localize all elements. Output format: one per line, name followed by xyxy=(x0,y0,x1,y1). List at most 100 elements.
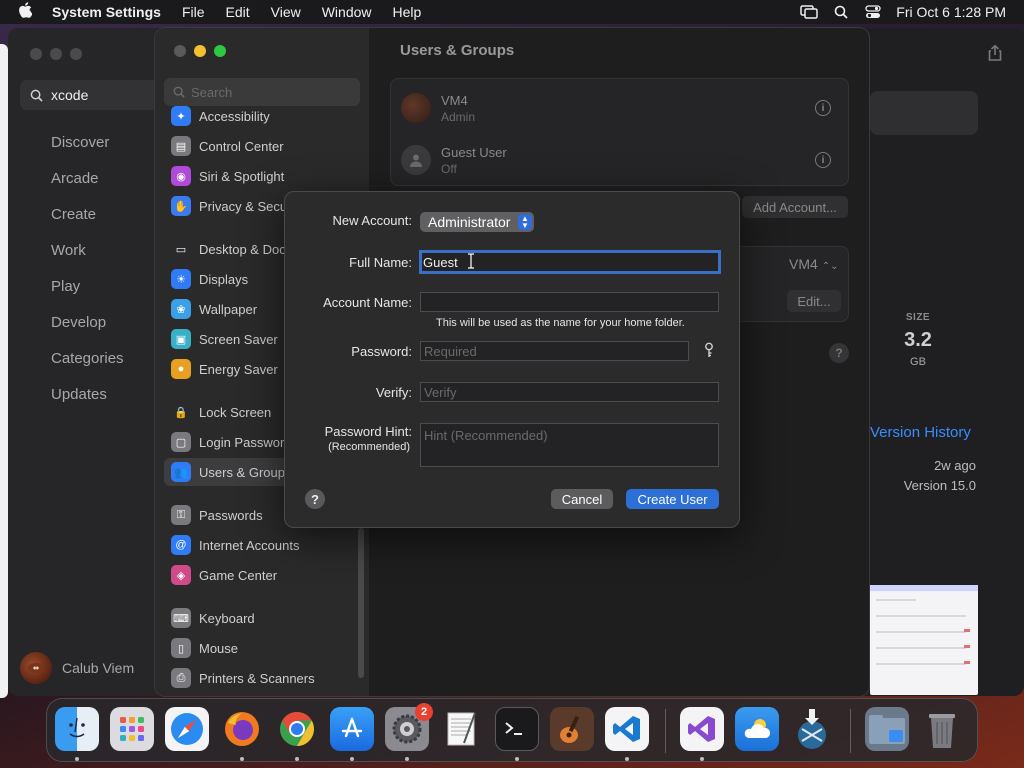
account-name-label: Account Name: xyxy=(323,295,412,310)
nav-updates[interactable]: Updates xyxy=(51,386,124,422)
verify-field[interactable]: Verify xyxy=(420,382,719,402)
spotlight-search-icon[interactable] xyxy=(832,5,850,19)
password-hint-sublabel: (Recommended) xyxy=(328,441,410,453)
menu-view[interactable]: View xyxy=(271,4,301,20)
sidebar-scrollbar[interactable] xyxy=(358,528,364,678)
menu-help[interactable]: Help xyxy=(393,4,422,20)
garageband-icon[interactable] xyxy=(550,707,594,751)
control-center-icon[interactable] xyxy=(864,5,882,19)
nav-create[interactable]: Create xyxy=(51,206,124,242)
app-store-search-value: xcode xyxy=(51,87,89,103)
menu-app-name[interactable]: System Settings xyxy=(52,4,161,20)
football-avatar-icon xyxy=(401,93,431,123)
sidebar-item-game-center[interactable]: ◈ Game Center xyxy=(164,561,360,589)
safari-icon[interactable] xyxy=(165,707,209,751)
minimize-button[interactable] xyxy=(194,45,206,57)
user-row-guest[interactable]: Guest User Off i xyxy=(401,135,841,185)
sidebar-item-siri-spotlight[interactable]: ◉ Siri & Spotlight xyxy=(164,162,360,190)
sidebar-item-internet-accounts[interactable]: @ Internet Accounts xyxy=(164,531,360,559)
weather-icon[interactable] xyxy=(735,707,779,751)
pane-title: Users & Groups xyxy=(400,42,515,59)
sidebar-item-label: Login Password xyxy=(199,434,292,450)
sidebar-item-printers-scanners[interactable]: ⎙ Printers & Scanners xyxy=(164,664,360,692)
sidebar-item-mouse[interactable]: ▯ Mouse xyxy=(164,634,360,662)
new-account-label: New Account: xyxy=(332,213,413,228)
vscode-icon[interactable] xyxy=(605,707,649,751)
key-icon[interactable] xyxy=(702,342,716,358)
close-button[interactable] xyxy=(30,48,42,60)
launchpad-icon[interactable] xyxy=(110,707,154,751)
nav-work[interactable]: Work xyxy=(51,242,124,278)
accessibility-icon: ✦ xyxy=(171,106,191,126)
textedit-icon[interactable] xyxy=(440,707,484,751)
nav-develop[interactable]: Develop xyxy=(51,314,124,350)
app-store-account[interactable]: Calub Viem xyxy=(20,652,134,684)
notification-badge: 2 xyxy=(415,703,433,721)
zoom-button[interactable] xyxy=(70,48,82,60)
password-hint-field[interactable]: Hint (Recommended) xyxy=(420,423,719,467)
game-center-icon: ◈ xyxy=(171,565,191,585)
nav-arcade[interactable]: Arcade xyxy=(51,170,124,206)
xcode-download-icon[interactable] xyxy=(790,707,834,751)
sidebar-item-label: Control Center xyxy=(199,138,284,154)
firefox-icon[interactable] xyxy=(220,707,264,751)
login-lock-icon: ▢ xyxy=(171,432,191,452)
version-history-link[interactable]: Version History xyxy=(870,424,971,441)
sidebar-item-control-center[interactable]: ▤ Control Center xyxy=(164,132,360,160)
password-field[interactable]: Required xyxy=(420,341,689,361)
menu-window[interactable]: Window xyxy=(322,4,372,20)
add-account-button[interactable]: Add Account... xyxy=(742,196,848,218)
sidebar-item-label: Internet Accounts xyxy=(199,537,300,553)
full-name-field[interactable]: Guest xyxy=(419,250,721,274)
screenshot-thumbnail[interactable] xyxy=(870,585,978,695)
nav-play[interactable]: Play xyxy=(51,278,124,314)
lock-icon: 🔒 xyxy=(171,402,191,422)
get-button-placeholder[interactable] xyxy=(870,91,978,135)
size-label: SIZE xyxy=(905,312,931,323)
edit-button[interactable]: Edit... xyxy=(787,290,841,312)
cancel-button[interactable]: Cancel xyxy=(551,489,613,509)
create-user-button[interactable]: Create User xyxy=(626,489,719,509)
zoom-button[interactable] xyxy=(214,45,226,57)
info-icon[interactable]: i xyxy=(815,100,831,116)
close-button[interactable] xyxy=(174,45,186,57)
sidebar-item-label: Screen Saver xyxy=(199,331,278,347)
trash-icon[interactable] xyxy=(920,707,964,751)
sidebar-item-label: Lock Screen xyxy=(199,404,272,420)
menu-file[interactable]: File xyxy=(182,4,205,20)
sidebar-item-keyboard[interactable]: ⌨ Keyboard xyxy=(164,604,360,632)
screen-mirroring-icon[interactable] xyxy=(800,5,819,19)
system-settings-icon[interactable]: 2 xyxy=(385,703,433,751)
menu-edit[interactable]: Edit xyxy=(226,4,250,20)
nav-categories[interactable]: Categories xyxy=(51,350,124,386)
account-name-field[interactable] xyxy=(420,292,719,312)
share-icon[interactable] xyxy=(986,44,1004,62)
terminal-icon[interactable] xyxy=(495,707,539,751)
app-store-icon[interactable] xyxy=(330,707,374,751)
user-row-vm4[interactable]: VM4 Admin i xyxy=(401,83,841,133)
finder-icon[interactable] xyxy=(55,707,99,751)
account-name-note: This will be used as the name for your h… xyxy=(436,317,685,329)
menu-clock[interactable]: Fri Oct 6 1:28 PM xyxy=(896,4,1006,20)
settings-search-placeholder: Search xyxy=(191,84,233,100)
dialog-help-button[interactable]: ? xyxy=(305,489,325,509)
sidebar-item-label: Mouse xyxy=(199,640,239,656)
search-icon xyxy=(30,89,43,102)
minimize-button[interactable] xyxy=(50,48,62,60)
downloads-folder-icon[interactable] xyxy=(865,707,909,751)
autologin-select[interactable]: VM4 ⌃⌄ xyxy=(789,256,838,272)
info-icon[interactable]: i xyxy=(815,152,831,168)
password-hint-label: Password Hint: xyxy=(324,424,412,439)
visual-studio-icon[interactable] xyxy=(680,707,724,751)
search-icon xyxy=(173,86,185,98)
chrome-icon[interactable] xyxy=(275,707,319,751)
full-name-label: Full Name: xyxy=(349,255,412,270)
nav-discover[interactable]: Discover xyxy=(51,134,124,170)
sun-icon: ☀ xyxy=(171,269,191,289)
account-type-popup[interactable]: Administrator ▲ ▼ xyxy=(420,212,534,232)
dock-icon: ▭ xyxy=(171,239,191,259)
sidebar-item-accessibility[interactable]: ✦ Accessibility xyxy=(164,102,360,130)
apple-menu-icon[interactable] xyxy=(14,2,36,22)
help-icon[interactable]: ? xyxy=(829,343,849,363)
app-store-search-field[interactable]: xcode xyxy=(20,80,160,110)
